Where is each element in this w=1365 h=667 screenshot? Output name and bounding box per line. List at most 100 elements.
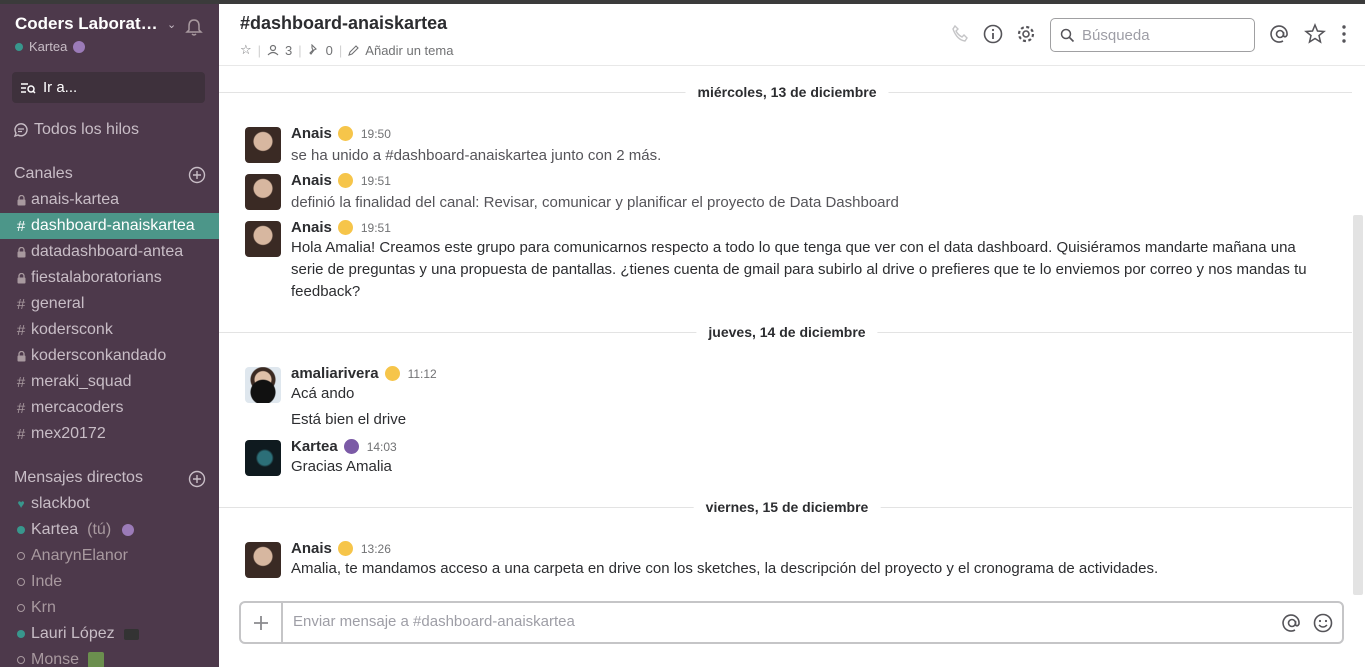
message-time[interactable]: 19:50 (361, 127, 391, 141)
mention-icon[interactable] (1281, 612, 1303, 634)
sidebar-channel-kodersconk[interactable]: # kodersconk (0, 317, 219, 343)
sidebar-channel-mex20172[interactable]: # mex20172 (0, 421, 219, 447)
channel-name: datadashboard-antea (31, 243, 184, 260)
sidebar-dm-inde[interactable]: Inde (0, 569, 219, 595)
sidebar-dm-kartea[interactable]: Kartea (tú) (0, 517, 219, 543)
all-threads-link[interactable]: Todos los hilos (13, 121, 139, 139)
member-count[interactable]: 3 (285, 43, 292, 58)
avatar[interactable] (245, 367, 281, 403)
message-time[interactable]: 19:51 (361, 221, 391, 235)
emoji-icon[interactable] (1312, 612, 1334, 634)
message-text: se ha unido a #dashboard-anaiskartea jun… (291, 147, 662, 164)
channel-name: kodersconkandado (31, 347, 167, 364)
channels-heading[interactable]: Canales (14, 165, 73, 183)
hash-icon: # (16, 373, 26, 391)
message-pane: miércoles, 13 de diciembre Anais 19:50 s… (219, 67, 1365, 597)
message-author[interactable]: Kartea (291, 438, 338, 455)
message-input[interactable] (293, 613, 1273, 630)
star-icon[interactable]: ☆ (240, 42, 252, 58)
sidebar-dm-slackbot[interactable]: ♥ slackbot (0, 491, 219, 517)
chevron-down-icon[interactable]: ⌄ (167, 18, 176, 31)
members-icon (267, 44, 279, 56)
message-author[interactable]: Anais (291, 540, 332, 557)
direct-messages-heading[interactable]: Mensajes directos (14, 469, 143, 487)
avatar[interactable] (245, 174, 281, 210)
mentions-icon[interactable] (1269, 23, 1291, 45)
sidebar-channel-mercacoders[interactable]: # mercacoders (0, 395, 219, 421)
presence-away-icon (16, 604, 26, 612)
channel-name: kodersconk (31, 321, 113, 338)
search-box[interactable]: Búsqueda (1050, 18, 1255, 52)
avatar[interactable] (245, 127, 281, 163)
message-text: Acá ando (291, 385, 355, 402)
thinking-face-icon (337, 173, 353, 188)
jump-to-button[interactable]: Ir a... (12, 72, 205, 103)
all-threads-label: Todos los hilos (34, 121, 139, 138)
more-options-icon[interactable] (1333, 23, 1355, 45)
message-author[interactable]: Anais (291, 125, 332, 142)
sidebar-channel-anais-kartea[interactable]: anais-kartea (0, 187, 219, 213)
thinking-face-icon (337, 541, 353, 556)
team-name[interactable]: Coders Laborat… (15, 14, 185, 34)
sidebar-dm-anarynelanor[interactable]: AnarynElanor (0, 543, 219, 569)
day-divider: miércoles, 13 de diciembre (685, 84, 889, 100)
presence-away-icon (16, 578, 26, 586)
message-author[interactable]: Anais (291, 219, 332, 236)
channel-title[interactable]: #dashboard-anaiskartea (240, 13, 447, 34)
channel-header: #dashboard-anaiskartea ☆ | 3 | 0 | Añadi… (219, 4, 1365, 66)
status-emoji-icon (73, 40, 86, 53)
jump-to-icon (21, 82, 36, 94)
status-emoji-icon (122, 524, 135, 536)
current-user-name: Kartea (29, 39, 68, 54)
sidebar-channel-meraki_squad[interactable]: # meraki_squad (0, 369, 219, 395)
day-divider: viernes, 15 de diciembre (693, 499, 881, 515)
avatar[interactable] (245, 542, 281, 578)
message-text: Hola Amalia! Creamos este grupo para com… (291, 239, 1307, 300)
sidebar-dm-monse[interactable]: Monse (0, 647, 219, 667)
channel-name: general (31, 295, 85, 312)
sidebar-channel-datadashboard-antea[interactable]: datadashboard-antea (0, 239, 219, 265)
dm-name: Lauri López (31, 625, 115, 642)
sidebar-dm-krn[interactable]: Krn (0, 595, 219, 621)
attach-button[interactable] (241, 603, 283, 642)
phone-icon[interactable] (949, 23, 971, 45)
message-time[interactable]: 13:26 (361, 542, 391, 556)
sidebar-dm-lauri-lópez[interactable]: Lauri López (0, 621, 219, 647)
gear-icon[interactable] (1015, 23, 1037, 45)
sidebar-channel-fiestalaboratorians[interactable]: fiestalaboratorians (0, 265, 219, 291)
message-time[interactable]: 14:03 (367, 440, 397, 454)
dm-name: Monse (31, 651, 80, 667)
add-topic-link[interactable]: Añadir un tema (365, 43, 453, 58)
add-direct-message-icon[interactable] (188, 470, 206, 488)
presence-away-icon (16, 656, 26, 664)
direct-message-list: ♥ slackbot Kartea (tú) AnarynElanor Inde Krn La… (0, 491, 219, 667)
search-placeholder: Búsqueda (1082, 26, 1150, 44)
avatar[interactable] (245, 221, 281, 257)
team-menu[interactable]: Coders Laborat… (15, 14, 185, 34)
message-time[interactable]: 19:51 (361, 174, 391, 188)
hash-icon: # (16, 425, 26, 443)
current-user[interactable]: Kartea (15, 39, 86, 54)
presence-online-icon (16, 630, 26, 638)
info-icon[interactable] (982, 23, 1004, 45)
presence-online-icon (15, 42, 23, 51)
starred-items-icon[interactable] (1304, 23, 1326, 45)
bell-icon[interactable] (184, 18, 204, 38)
channel-name: mercacoders (31, 399, 124, 416)
message-author[interactable]: amaliarivera (291, 365, 379, 382)
message-time[interactable]: 11:12 (408, 367, 437, 381)
pinned-count[interactable]: 0 (326, 43, 333, 58)
message-text: Está bien el drive (291, 411, 407, 428)
sidebar-channel-general[interactable]: # general (0, 291, 219, 317)
thinking-face-icon (337, 220, 353, 235)
message-author[interactable]: Anais (291, 172, 332, 189)
add-channel-icon[interactable] (188, 166, 206, 184)
channel-name: dashboard-anaiskartea (31, 217, 195, 234)
hash-icon: # (16, 321, 26, 339)
lock-icon (16, 350, 26, 362)
sidebar-channel-dashboard-anaiskartea[interactable]: # dashboard-anaiskartea (0, 213, 219, 239)
scrollbar-thumb[interactable] (1353, 215, 1363, 595)
message-text: Amalia, te mandamos acceso a una carpeta… (291, 560, 1159, 577)
sidebar-channel-kodersconkandado[interactable]: kodersconkandado (0, 343, 219, 369)
avatar[interactable] (245, 440, 281, 476)
